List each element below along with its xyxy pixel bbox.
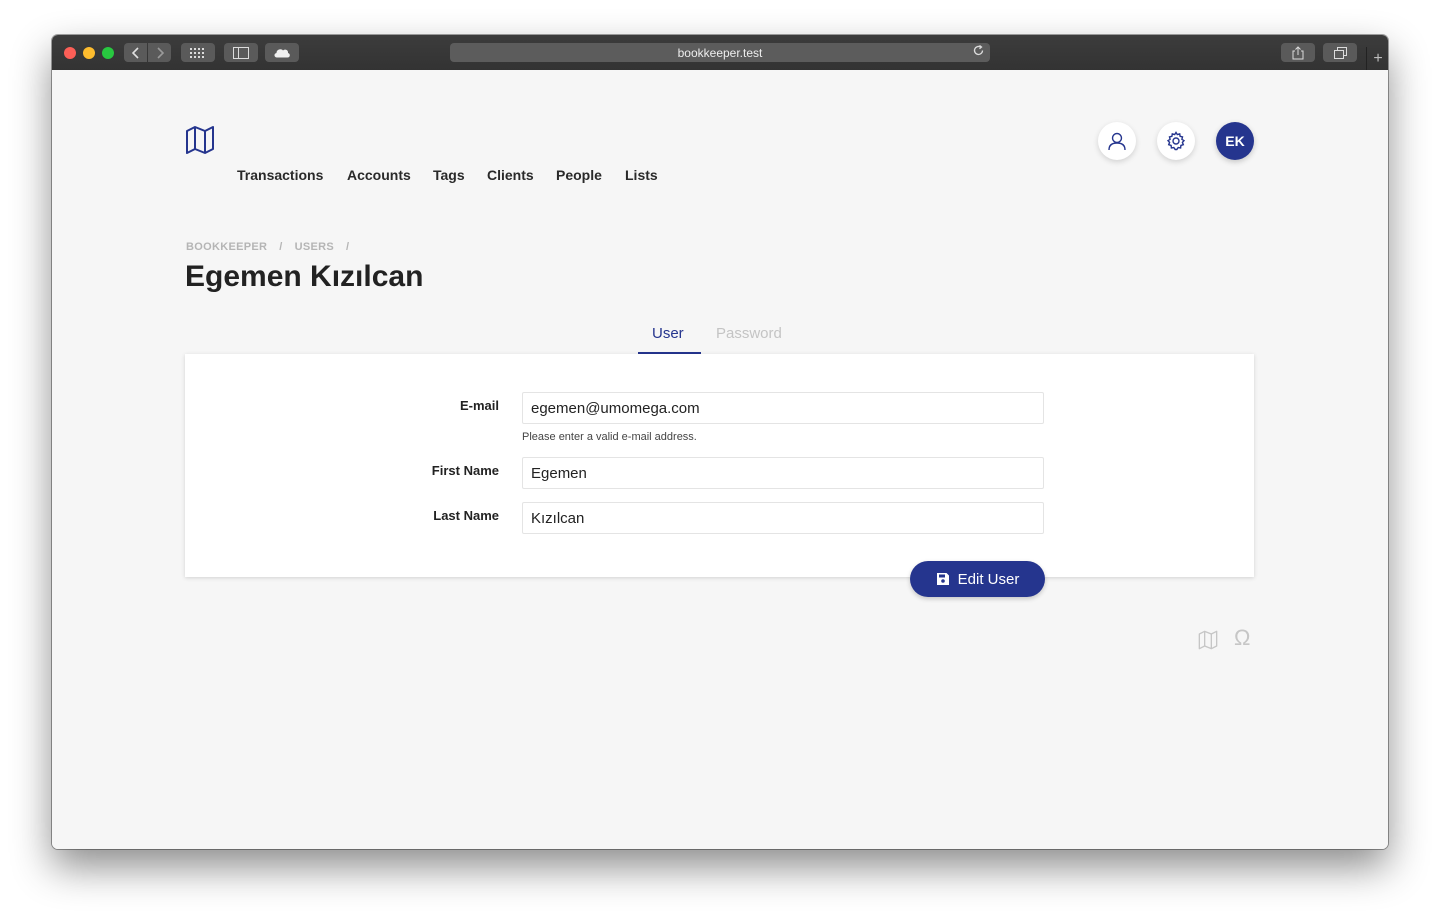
- nav-item-tags[interactable]: Tags: [433, 167, 465, 183]
- chevron-left-icon: [131, 46, 139, 59]
- browser-toolbar: bookkeeper.test +: [52, 35, 1388, 71]
- plus-icon: +: [1373, 49, 1383, 67]
- save-icon: [936, 573, 949, 585]
- edit-user-label: Edit User: [957, 570, 1020, 588]
- avatar-initials: EK: [1225, 133, 1245, 149]
- user-form-card: E-mail Please enter a valid e-mail addre…: [185, 354, 1254, 577]
- new-tab-button[interactable]: +: [1366, 47, 1388, 70]
- show-tabs-button[interactable]: [1323, 43, 1357, 62]
- chevron-right-icon: [156, 46, 164, 59]
- address-bar[interactable]: bookkeeper.test: [450, 43, 990, 62]
- sidebar-toggle-button[interactable]: [224, 43, 258, 62]
- settings-button[interactable]: [1157, 122, 1195, 160]
- sidebar-icon: [233, 46, 249, 59]
- avatar[interactable]: EK: [1216, 122, 1254, 160]
- nav-item-clients[interactable]: Clients: [487, 167, 534, 183]
- user-icon: [1108, 132, 1126, 151]
- map-icon[interactable]: [185, 125, 215, 155]
- omega-icon[interactable]: Ω: [1234, 625, 1250, 651]
- tab-password[interactable]: Password: [716, 325, 782, 342]
- share-button[interactable]: [1281, 43, 1315, 62]
- profile-button[interactable]: [1098, 122, 1136, 160]
- grid-icon: [190, 47, 204, 58]
- nav-item-people[interactable]: People: [556, 167, 602, 183]
- url-text: bookkeeper.test: [677, 45, 763, 60]
- tabs-icon: [1333, 46, 1347, 59]
- breadcrumb: BOOKKEEPER / USERS /: [186, 241, 349, 253]
- last-name-label: Last Name: [433, 508, 499, 523]
- email-field[interactable]: [522, 392, 1044, 424]
- maximize-window-button[interactable]: [102, 47, 114, 59]
- email-hint: Please enter a valid e-mail address.: [522, 431, 697, 443]
- last-name-field[interactable]: [522, 502, 1044, 534]
- breadcrumb-separator: /: [346, 241, 350, 253]
- share-icon: [1292, 45, 1304, 59]
- nav-item-accounts[interactable]: Accounts: [347, 167, 411, 183]
- cloud-icon: [274, 49, 290, 58]
- breadcrumb-separator: /: [279, 241, 283, 253]
- nav-item-transactions[interactable]: Transactions: [237, 167, 323, 183]
- page-title: Egemen Kızılcan: [185, 260, 424, 293]
- nav-item-lists[interactable]: Lists: [625, 167, 658, 183]
- page-content: Transactions Accounts Tags Clients Peopl…: [52, 70, 1388, 849]
- minimize-window-button[interactable]: [83, 47, 95, 59]
- top-sites-button[interactable]: [181, 43, 215, 62]
- first-name-field[interactable]: [522, 457, 1044, 489]
- email-label: E-mail: [459, 398, 499, 413]
- edit-user-button[interactable]: Edit User: [910, 561, 1045, 597]
- back-button[interactable]: [124, 43, 147, 62]
- breadcrumb-item-users[interactable]: USERS: [295, 241, 334, 253]
- forward-button[interactable]: [148, 43, 171, 62]
- close-window-button[interactable]: [64, 47, 76, 59]
- map-icon[interactable]: [1198, 630, 1218, 655]
- reload-icon[interactable]: [973, 44, 984, 59]
- tab-user[interactable]: User: [652, 325, 684, 342]
- first-name-label: First Name: [431, 463, 499, 478]
- gear-icon: [1166, 131, 1186, 151]
- icloud-tabs-button[interactable]: [265, 43, 299, 62]
- browser-window: bookkeeper.test + Transactions Accounts …: [52, 35, 1388, 849]
- breadcrumb-item-bookkeeper[interactable]: BOOKKEEPER: [186, 241, 267, 253]
